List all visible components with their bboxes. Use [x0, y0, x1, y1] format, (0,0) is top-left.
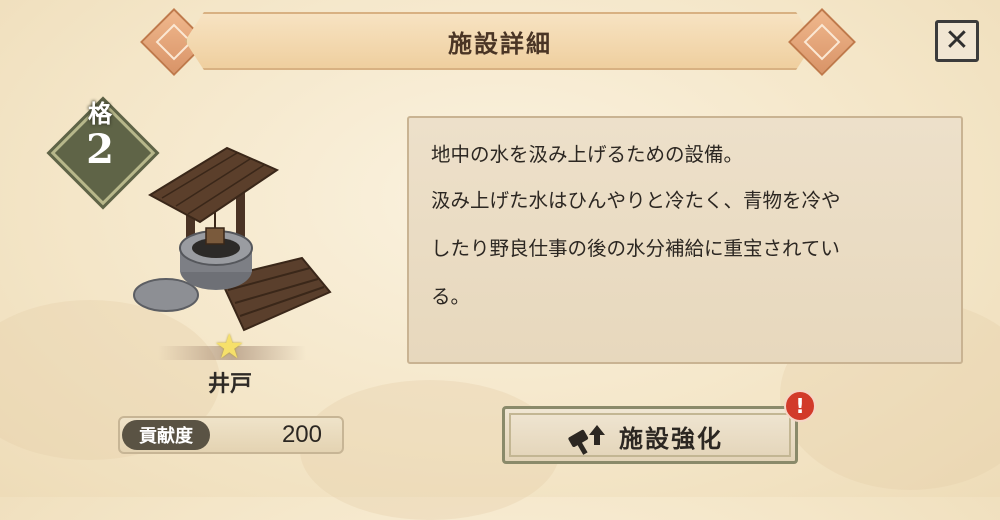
close-button[interactable]: ✕: [935, 20, 979, 62]
hammer-upgrade-icon: [568, 425, 605, 455]
description-line: したり野良仕事の後の水分補給に重宝されてい: [431, 237, 840, 260]
close-icon: ✕: [944, 23, 970, 58]
upgrade-button-label: 施設強化: [619, 425, 723, 453]
facility-upgrade-button[interactable]: 施設強化: [502, 406, 798, 464]
page-title: 施設詳細: [448, 29, 552, 58]
title-banner: 施設詳細: [185, 12, 815, 70]
contribution-display: 貢献度 200: [118, 416, 344, 454]
description-box: 地中の水を汲み上げるための設備。 汲み上げた水はひんやりと冷たく、青物を冷や し…: [407, 116, 963, 364]
contribution-label: 貢献度: [122, 420, 210, 450]
description-line: 地中の水を汲み上げるための設備。: [431, 143, 744, 166]
star-icon: ★: [214, 327, 245, 367]
alert-icon: !: [784, 390, 816, 422]
description-line: 汲み上げた水はひんやりと冷たく、青物を冷や: [431, 189, 841, 212]
contribution-value: 200: [281, 421, 322, 448]
description-line: る。: [431, 285, 471, 308]
facility-name: 井戸: [207, 372, 252, 397]
grade-label: 格: [88, 100, 112, 128]
well-illustration: [133, 146, 332, 332]
